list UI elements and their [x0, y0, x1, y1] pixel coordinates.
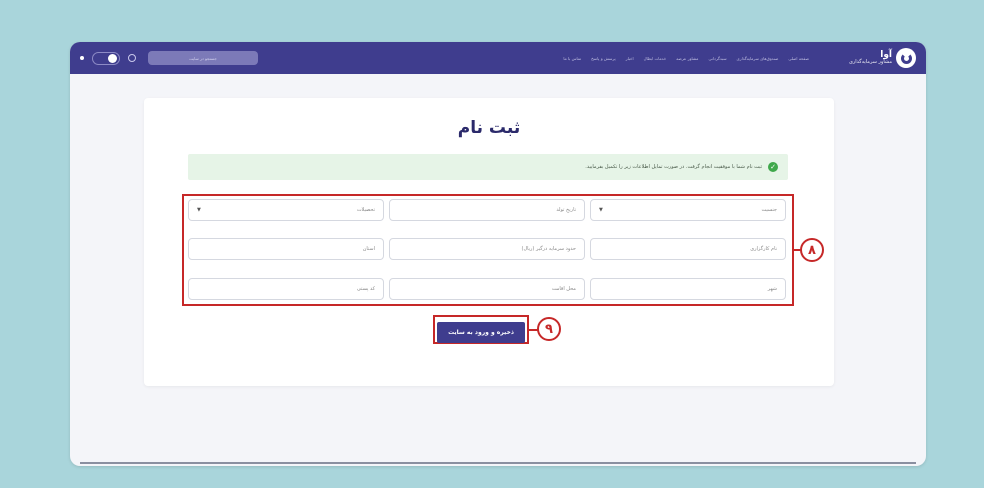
logo-subtitle: مشاور سرمایه‌گذاری: [848, 59, 892, 65]
registration-card: ثبت نام ✓ ثبت نام شما با موفقیت انجام گر…: [144, 98, 834, 386]
nav-item-advisor[interactable]: مشاور عرضه: [676, 56, 698, 61]
top-navbar: آوا مشاور سرمایه‌گذاری صفحه اصلی صندوق‌ه…: [70, 42, 926, 74]
site-logo[interactable]: آوا مشاور سرمایه‌گذاری: [849, 48, 916, 68]
nav-item-portfolio[interactable]: سبد‌گردانی: [708, 56, 726, 61]
broker-name-field[interactable]: نام کارگزاری: [590, 238, 786, 260]
postal-code-field[interactable]: کد پستی: [188, 278, 384, 300]
browser-window: آوا مشاور سرمایه‌گذاری صفحه اصلی صندوق‌ه…: [70, 42, 926, 466]
nav-item-contact[interactable]: تماس با ما: [563, 56, 581, 61]
check-icon: ✓: [768, 162, 778, 172]
nav-item-news[interactable]: اخبار: [626, 56, 634, 61]
success-alert: ✓ ثبت نام شما با موفقیت انجام گرفت. در ص…: [188, 154, 788, 180]
user-icon[interactable]: [128, 54, 136, 62]
nav-item-services[interactable]: خدمات ابطال: [644, 56, 667, 61]
education-select[interactable]: تحصیلات ▼: [188, 199, 384, 221]
nav-item-faq[interactable]: پرسش و پاسخ: [591, 56, 616, 61]
annotation-badge-9: ۹: [537, 317, 561, 341]
window-bottom-edge: [80, 462, 916, 464]
logo-icon: [896, 48, 916, 68]
investment-limit-field[interactable]: حدود سرمایه درگیر (ریال): [389, 238, 585, 260]
alert-text: ثبت نام شما با موفقیت انجام گرفت. در صور…: [585, 164, 762, 170]
chevron-down-icon: ▼: [599, 207, 603, 213]
birth-date-field[interactable]: تاریخ تولد: [389, 199, 585, 221]
theme-toggle[interactable]: [92, 51, 120, 65]
nav-item-home[interactable]: صفحه اصلی: [788, 56, 809, 61]
chevron-down-icon: ▼: [197, 207, 201, 213]
residence-field[interactable]: محل اقامت: [389, 278, 585, 300]
page-title: ثبت نام: [457, 118, 521, 138]
gender-select[interactable]: جنسیت ▼: [590, 199, 786, 221]
menu-dot-icon[interactable]: [80, 56, 84, 60]
main-nav: صفحه اصلی صندوق‌های سرمایه‌گذاری سبد‌گرد…: [563, 56, 809, 61]
utility-controls: [80, 51, 136, 65]
save-highlight-frame: ذخیره و ورود به سایت: [433, 315, 529, 344]
search-input[interactable]: جستجو در سایت: [148, 51, 258, 65]
province-field[interactable]: استان: [188, 238, 384, 260]
annotation-badge-8: ۸: [800, 238, 824, 262]
save-and-enter-button[interactable]: ذخیره و ورود به سایت: [437, 322, 525, 343]
nav-item-funds[interactable]: صندوق‌های سرمایه‌گذاری: [737, 56, 779, 61]
city-field[interactable]: شهر: [590, 278, 786, 300]
